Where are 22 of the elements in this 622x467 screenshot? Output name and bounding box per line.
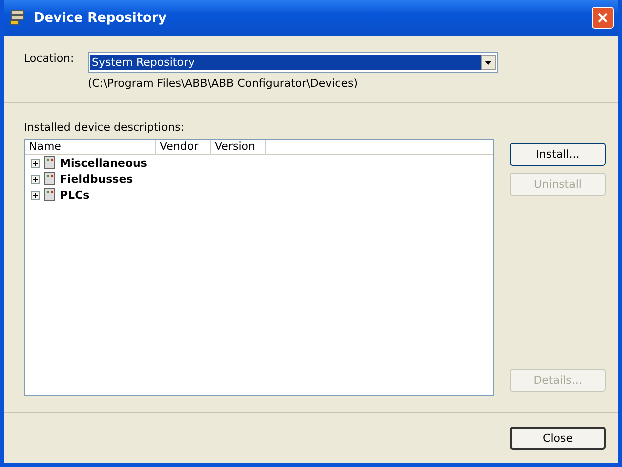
install-button[interactable]: Install... xyxy=(510,143,606,166)
list-label: Installed device descriptions: xyxy=(24,121,186,134)
column-heading[interactable]: Vendor xyxy=(156,140,211,154)
close-button[interactable]: Close xyxy=(510,426,606,450)
expand-icon[interactable] xyxy=(31,158,40,168)
location-value: System Repository xyxy=(90,55,481,70)
location-path: (C:\Program Files\ABB\ABB Configurator\Devices) xyxy=(88,77,360,90)
column-heading[interactable]: Name xyxy=(25,140,156,154)
dropdown-arrow-icon xyxy=(485,60,492,64)
device-icon xyxy=(44,156,56,170)
window-title: Device Repository xyxy=(34,10,168,26)
tree-item[interactable]: Fieldbusses xyxy=(60,172,134,186)
expand-icon[interactable] xyxy=(31,190,40,200)
close-icon[interactable] xyxy=(592,7,614,29)
device-icon xyxy=(44,172,56,186)
tree-item[interactable]: PLCs xyxy=(60,188,90,202)
location-dropdown[interactable]: System Repository xyxy=(88,52,498,73)
location-label: Location: xyxy=(24,52,76,67)
tree-item[interactable]: Miscellaneous xyxy=(60,156,148,170)
device-icon xyxy=(44,188,56,202)
expand-icon[interactable] xyxy=(31,174,40,184)
column-heading[interactable]: Version xyxy=(211,140,266,154)
